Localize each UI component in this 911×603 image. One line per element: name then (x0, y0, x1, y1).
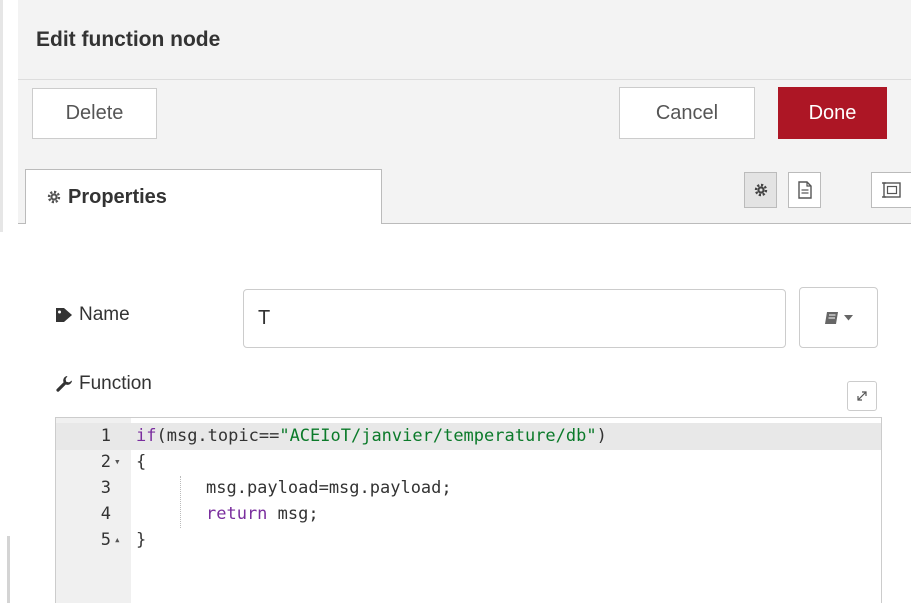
name-input[interactable] (243, 289, 786, 348)
expand-icon (857, 391, 867, 401)
code-line[interactable]: 2 ▾ { (56, 450, 881, 474)
line-number: 3 (100, 478, 111, 498)
name-label-text: Name (79, 304, 130, 325)
tab-bar: Properties (18, 162, 911, 224)
function-label: Function (55, 373, 152, 395)
appearance-icon (881, 182, 901, 198)
tab-properties-icon-button[interactable] (744, 172, 777, 208)
code-text: return msg; (206, 504, 319, 524)
workspace-scrollbar[interactable] (7, 536, 10, 603)
gear-icon (754, 183, 767, 197)
line-number: 2 (100, 452, 111, 472)
tab-description-button[interactable] (788, 172, 821, 208)
code-editor[interactable]: 1 if(msg.topic=="ACEIoT/janvier/temperat… (55, 417, 882, 603)
dialog-title: Edit function node (36, 28, 221, 51)
code-text: } (136, 530, 147, 550)
description-icon (797, 181, 812, 199)
code-text: if(msg.topic=="ACEIoT/janvier/temperatur… (136, 426, 607, 446)
left-border (0, 0, 3, 232)
code-line[interactable]: 1 if(msg.topic=="ACEIoT/janvier/temperat… (56, 424, 881, 448)
fold-toggle[interactable]: ▾ (114, 450, 121, 474)
tag-icon (56, 308, 72, 322)
tab-properties[interactable]: Properties (25, 169, 382, 224)
tray-header: Edit function node (18, 0, 911, 80)
done-button[interactable]: Done (778, 87, 887, 139)
cancel-button[interactable]: Cancel (619, 87, 755, 139)
fold-toggle[interactable]: ▴ (114, 528, 121, 552)
tab-properties-label: Properties (68, 185, 167, 208)
expand-editor-button[interactable] (847, 381, 877, 411)
name-label: Name (55, 304, 130, 326)
gear-icon (47, 190, 61, 204)
wrench-icon (56, 376, 72, 392)
code-line[interactable]: 3 msg.payload=msg.payload; (56, 476, 881, 500)
line-number: 5 (100, 530, 111, 550)
tray-toolbar: Delete Cancel Done (18, 80, 911, 162)
tab-appearance-button[interactable] (871, 172, 911, 208)
code-line[interactable]: 4 return msg; (56, 502, 881, 526)
line-number: 1 (100, 426, 111, 446)
library-button[interactable] (799, 287, 878, 348)
code-line[interactable]: 5 ▴ } (56, 528, 881, 552)
function-label-text: Function (79, 373, 152, 394)
caret-down-icon (844, 314, 853, 320)
line-number: 4 (100, 504, 111, 524)
book-icon (825, 311, 838, 324)
code-text: { (136, 452, 147, 472)
code-text: msg.payload=msg.payload; (206, 478, 452, 498)
delete-button[interactable]: Delete (32, 88, 157, 139)
